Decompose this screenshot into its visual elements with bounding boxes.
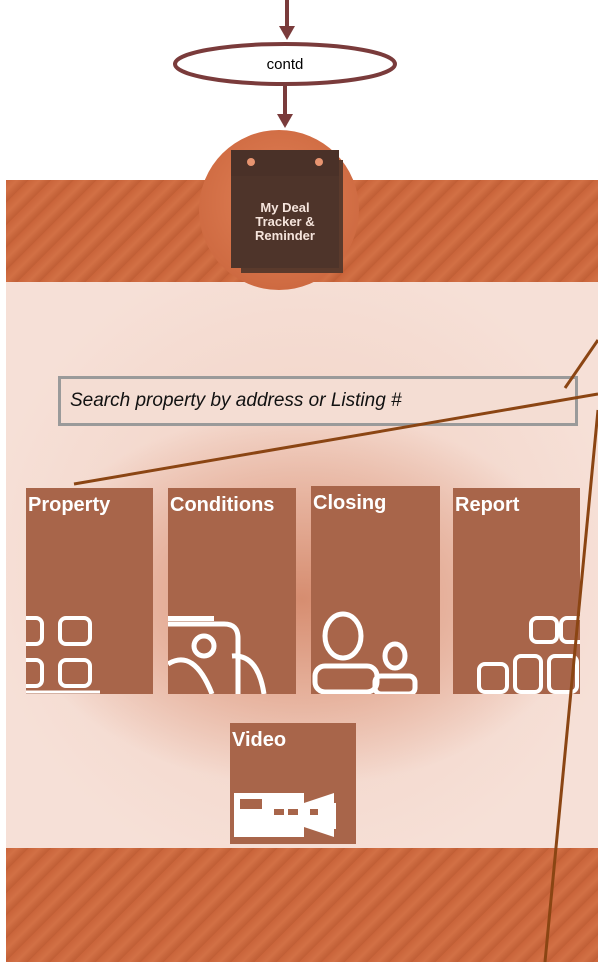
grid-icon xyxy=(477,616,580,694)
arrow-head-top xyxy=(279,26,295,40)
tile-property[interactable]: Property xyxy=(26,488,153,694)
app-logo-text: My Deal Tracker & Reminder xyxy=(255,200,315,243)
footer-band xyxy=(6,848,598,962)
calendar-icon[interactable]: My Deal Tracker & Reminder xyxy=(231,150,343,275)
tile-closing[interactable]: Closing xyxy=(311,486,440,694)
grid-icon xyxy=(26,616,100,694)
search-placeholder: Search property by address or Listing # xyxy=(70,390,402,411)
people-icon xyxy=(312,611,418,694)
document-photo-icon xyxy=(168,616,267,694)
calendar-header xyxy=(231,150,339,176)
contd-label: contd xyxy=(266,55,304,73)
tile-report[interactable]: Report xyxy=(453,488,580,694)
video-camera-icon xyxy=(234,793,336,837)
tile-video[interactable]: Video xyxy=(230,723,356,844)
arrow-head-bottom xyxy=(277,114,293,128)
calendar-body: My Deal Tracker & Reminder xyxy=(231,176,339,268)
search-input[interactable]: Search property by address or Listing # xyxy=(58,376,578,426)
tile-conditions[interactable]: Conditions xyxy=(168,488,296,694)
